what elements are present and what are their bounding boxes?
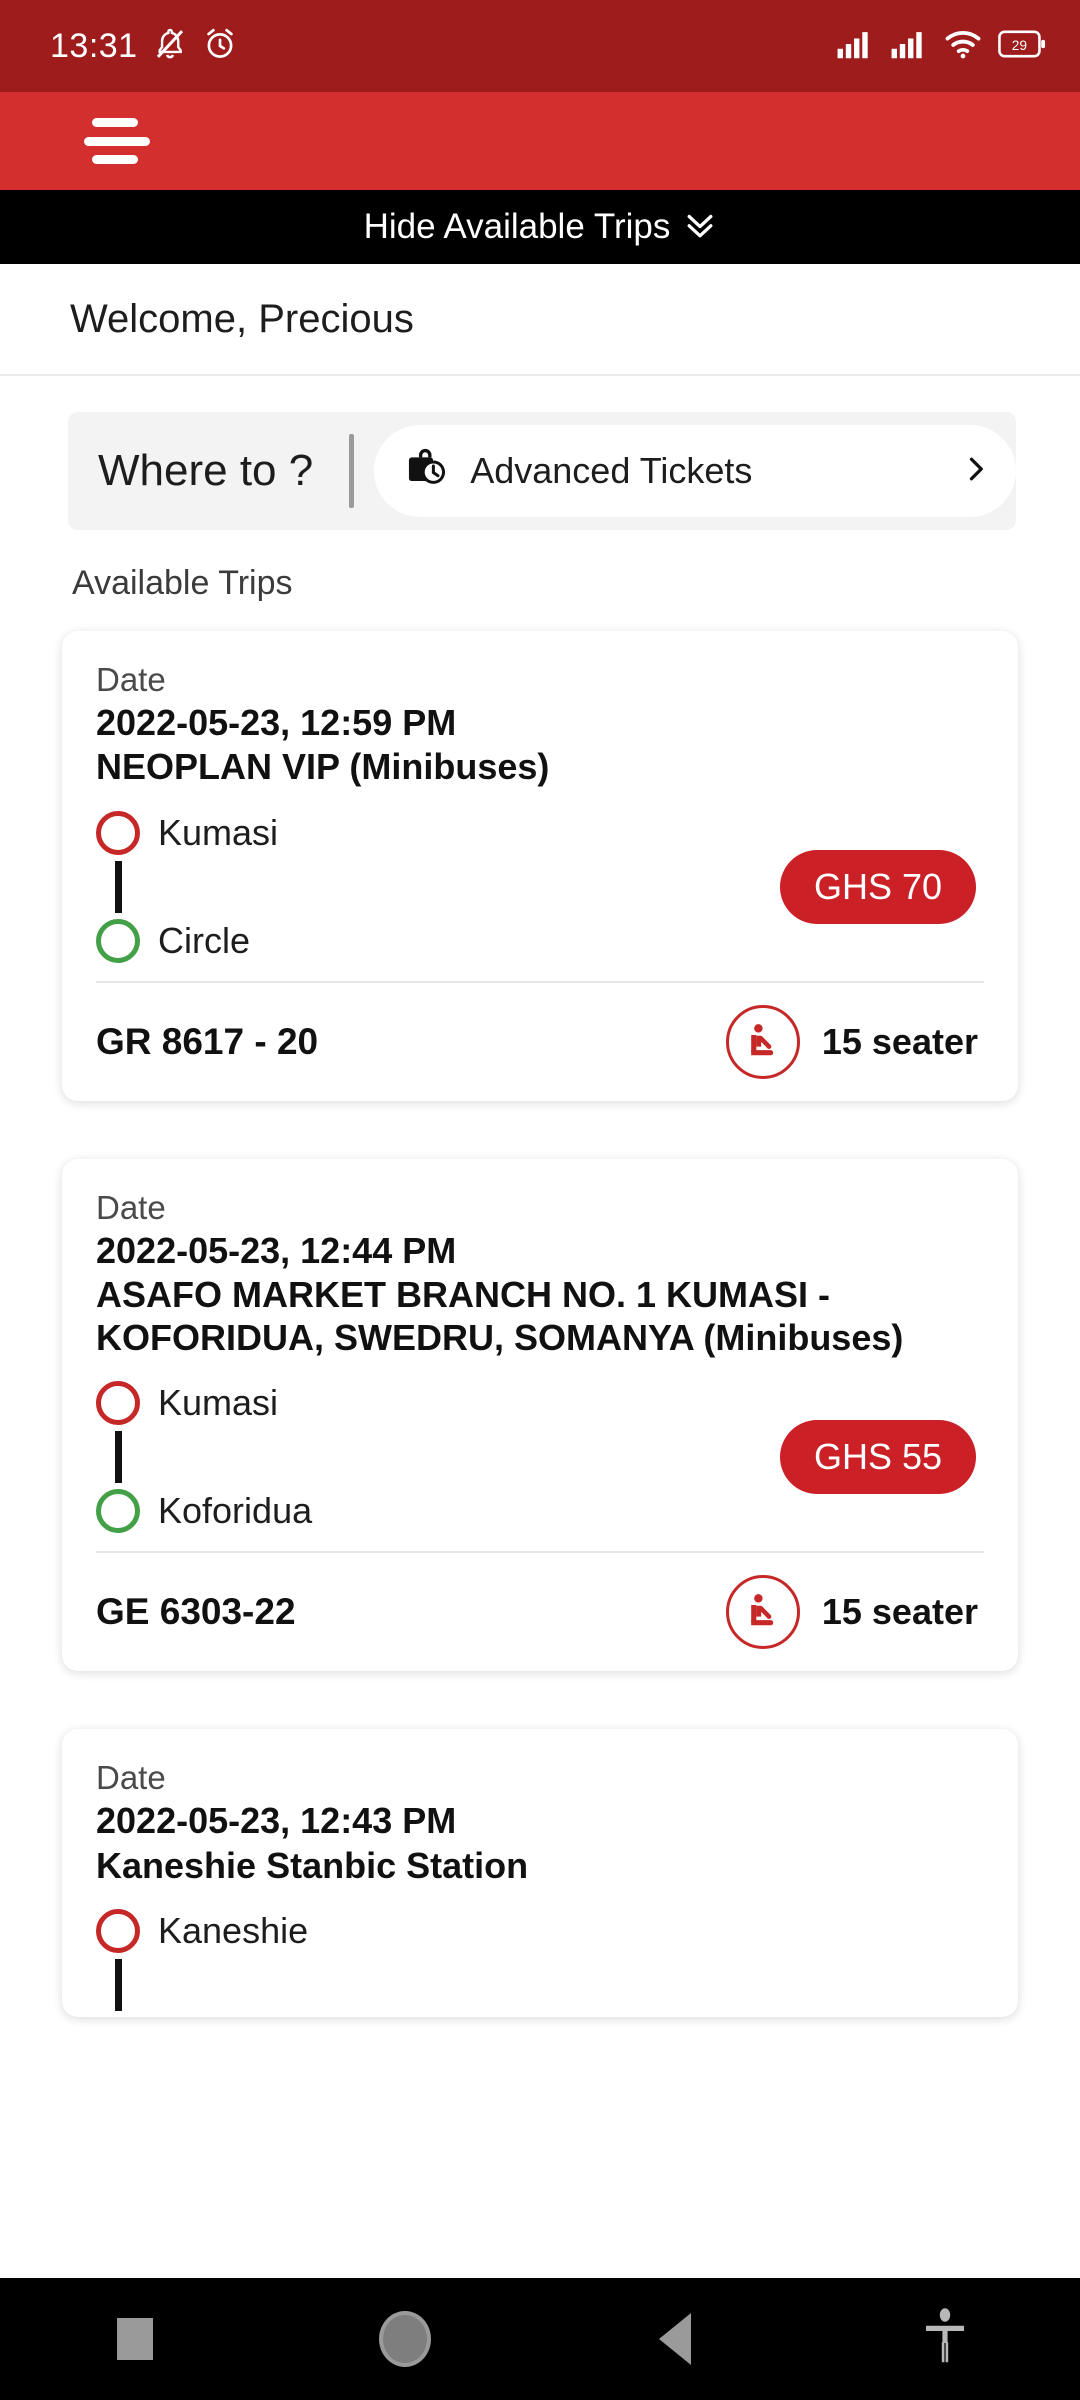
- origin-label: Kumasi: [158, 1382, 279, 1424]
- where-to-input[interactable]: Where to ?: [68, 446, 313, 496]
- trip-price-badge: GHS 55: [779, 1420, 976, 1495]
- battery-icon: 29: [998, 29, 1046, 64]
- trip-datetime: 2022-05-23, 12:59 PM: [96, 702, 457, 743]
- trip-card-footer: GE 6303-22 15 seater: [96, 1553, 984, 1671]
- status-bar: 13:31 29: [0, 0, 1080, 92]
- origin-dot-icon: [96, 1381, 140, 1426]
- origin-label: Kumasi: [158, 811, 279, 853]
- trip-card[interactable]: Date 2022-05-23, 12:44 PM ASAFO MARKET B…: [62, 1158, 1018, 1672]
- system-navigation-bar: [0, 2278, 1080, 2400]
- welcome-text: Welcome, Precious: [70, 296, 414, 341]
- circle-home-icon: [379, 2311, 431, 2367]
- origin-dot-icon: [96, 1908, 140, 1953]
- route-connector-line: [115, 1431, 122, 1484]
- trip-date-label: Date: [96, 661, 166, 698]
- status-bar-right: 29: [836, 28, 1046, 65]
- trip-datetime: 2022-05-23, 12:44 PM: [96, 1229, 457, 1271]
- origin-label: Kaneshie: [158, 1909, 309, 1951]
- status-bar-left: 13:31: [50, 26, 238, 67]
- advanced-tickets-button[interactable]: Advanced Tickets: [374, 425, 1016, 517]
- search-divider: [349, 434, 355, 508]
- vehicle-plate: GR 8617 - 20: [96, 1020, 319, 1062]
- accessibility-icon: [923, 2307, 967, 2372]
- trip-price-badge: GHS 70: [779, 849, 976, 924]
- destination-label: Koforidua: [158, 1490, 313, 1532]
- wifi-icon: [944, 28, 982, 65]
- recents-button[interactable]: [0, 2318, 270, 2360]
- signal-bars-icon: [836, 28, 874, 65]
- trip-origin: Kaneshie: [96, 1908, 984, 1953]
- bag-clock-icon: [404, 446, 450, 497]
- trip-card-footer: GR 8617 - 20 15 seater: [96, 983, 984, 1101]
- bell-muted-icon: [152, 26, 188, 67]
- trip-route: Kumasi Circle GHS 70: [96, 810, 984, 963]
- hamburger-line: [92, 118, 138, 127]
- capacity-label: 15 seater: [821, 1020, 978, 1062]
- trip-date-label: Date: [96, 1759, 166, 1797]
- trip-date-label: Date: [96, 1188, 166, 1226]
- welcome-banner: Welcome, Precious: [0, 264, 1080, 376]
- trip-card[interactable]: Date 2022-05-23, 12:59 PM NEOPLAN VIP (M…: [62, 631, 1018, 1101]
- capacity-label: 15 seater: [821, 1591, 978, 1633]
- trip-route-stops: Kumasi Koforidua: [96, 1381, 780, 1534]
- triangle-back-icon: [659, 2313, 691, 2365]
- available-trips-label: Available Trips: [72, 564, 293, 602]
- trip-origin: Kumasi: [96, 810, 780, 855]
- trip-route-stops: Kumasi Circle: [96, 810, 780, 963]
- accessibility-button[interactable]: [810, 2307, 1080, 2372]
- status-time: 13:31: [50, 26, 138, 65]
- hide-available-trips-button[interactable]: Hide Available Trips: [0, 190, 1080, 264]
- search-row: Where to ? Advanced Tickets: [68, 412, 1016, 530]
- square-recents-icon: [117, 2318, 153, 2360]
- car-seat-icon: [725, 1575, 800, 1650]
- trip-route: Kumasi Koforidua GHS 55: [96, 1381, 984, 1534]
- destination-dot-icon: [96, 918, 140, 963]
- hamburger-menu-icon[interactable]: [84, 118, 150, 164]
- trip-title: NEOPLAN VIP (Minibuses): [96, 746, 550, 788]
- hide-available-trips-label: Hide Available Trips: [363, 207, 671, 246]
- destination-label: Circle: [158, 919, 251, 961]
- car-seat-icon: [725, 1004, 800, 1079]
- route-connector-line: [115, 860, 122, 913]
- back-button[interactable]: [540, 2313, 810, 2365]
- app-bar: [0, 92, 1080, 190]
- chevron-right-icon: [962, 454, 990, 489]
- trip-title: ASAFO MARKET BRANCH NO. 1 KUMASI - KOFOR…: [96, 1273, 904, 1358]
- trip-route: Kaneshie: [96, 1908, 984, 2017]
- vehicle-plate: GE 6303-22: [96, 1591, 296, 1633]
- svg-text:29: 29: [1012, 37, 1027, 52]
- signal-bars-icon: [890, 28, 928, 65]
- hamburger-line: [84, 136, 150, 146]
- trip-destination: Circle: [96, 918, 780, 963]
- trip-capacity: 15 seater: [725, 1004, 984, 1079]
- origin-dot-icon: [96, 810, 140, 855]
- trip-datetime: 2022-05-23, 12:43 PM: [96, 1800, 457, 1842]
- route-connector-line: [115, 1958, 122, 2011]
- trip-title: Kaneshie Stanbic Station: [96, 1844, 529, 1886]
- trip-destination: Koforidua: [96, 1489, 780, 1534]
- hamburger-line: [92, 155, 138, 164]
- trip-card[interactable]: Date 2022-05-23, 12:43 PM Kaneshie Stanb…: [62, 1729, 1018, 2017]
- destination-dot-icon: [96, 1489, 140, 1534]
- phone-screen: 13:31 29 Hide Available Trips Welcome, P…: [0, 0, 1080, 2400]
- alarm-icon: [202, 26, 238, 67]
- trip-route-stops: Kaneshie: [96, 1908, 984, 2017]
- main-content: Where to ? Advanced Tickets Available Tr…: [0, 376, 1080, 2400]
- double-chevron-down-icon: [684, 208, 716, 247]
- trip-origin: Kumasi: [96, 1381, 780, 1426]
- trip-capacity: 15 seater: [725, 1575, 984, 1650]
- advanced-tickets-label: Advanced Tickets: [470, 450, 753, 491]
- home-button[interactable]: [270, 2311, 540, 2367]
